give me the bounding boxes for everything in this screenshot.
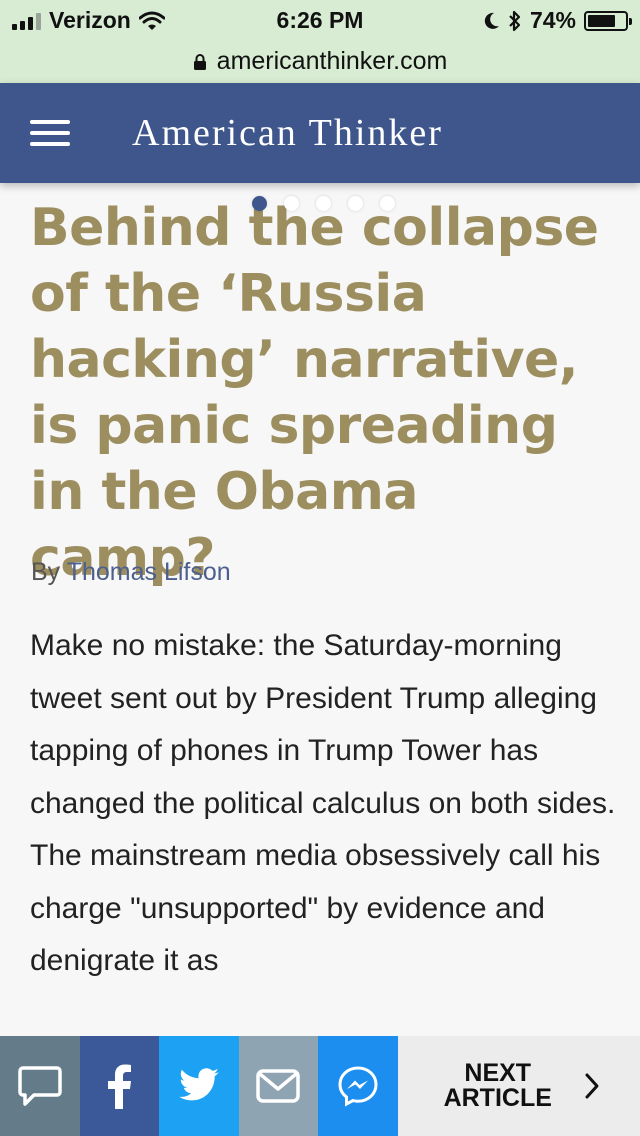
email-share-button[interactable] bbox=[238, 1036, 318, 1136]
share-bar: NEXT ARTICLE bbox=[0, 1036, 640, 1136]
carousel-dot[interactable] bbox=[252, 196, 267, 211]
facebook-icon bbox=[108, 1064, 132, 1109]
facebook-share-button[interactable] bbox=[79, 1036, 159, 1136]
lock-icon bbox=[193, 53, 206, 70]
article-body: Make no mistake: the Saturday-morning tw… bbox=[30, 629, 616, 977]
moon-icon bbox=[484, 12, 499, 29]
byline-prefix: By bbox=[31, 558, 61, 586]
bluetooth-icon bbox=[509, 10, 521, 31]
carousel-pagination[interactable] bbox=[252, 196, 395, 211]
battery-icon bbox=[584, 10, 632, 31]
menu-icon[interactable] bbox=[30, 120, 70, 146]
status-bar-right: 74% bbox=[482, 7, 632, 34]
comment-icon bbox=[18, 1066, 62, 1106]
site-logo-title[interactable]: American Thinker bbox=[132, 111, 443, 155]
status-bar: Verizon 6:26 PM 74% bbox=[0, 0, 640, 40]
site-header: American Thinker bbox=[0, 83, 640, 183]
article-headline: Behind the collapse of the ‘Russia hacki… bbox=[30, 198, 599, 588]
next-article-button[interactable]: NEXT ARTICLE bbox=[397, 1036, 640, 1136]
messenger-icon bbox=[338, 1066, 378, 1107]
carousel-dot[interactable] bbox=[348, 196, 363, 211]
carousel-dot[interactable] bbox=[316, 196, 331, 211]
battery-level-fill bbox=[588, 14, 615, 27]
email-icon bbox=[256, 1069, 300, 1103]
chevron-right-icon bbox=[585, 1073, 599, 1099]
twitter-icon bbox=[178, 1068, 219, 1101]
battery-percent: 74% bbox=[529, 7, 576, 33]
url-bar[interactable]: americanthinker.com bbox=[0, 40, 640, 83]
carousel-dot[interactable] bbox=[284, 196, 299, 211]
url-domain: americanthinker.com bbox=[216, 47, 448, 75]
comment-button[interactable] bbox=[0, 1036, 80, 1136]
messenger-share-button[interactable] bbox=[318, 1036, 398, 1136]
author-link[interactable]: Thomas Lifson bbox=[67, 558, 231, 586]
carousel-dot[interactable] bbox=[380, 196, 395, 211]
article-byline: By Thomas Lifson bbox=[31, 558, 231, 587]
next-article-label: NEXT ARTICLE bbox=[443, 1059, 552, 1112]
twitter-share-button[interactable] bbox=[159, 1036, 239, 1136]
